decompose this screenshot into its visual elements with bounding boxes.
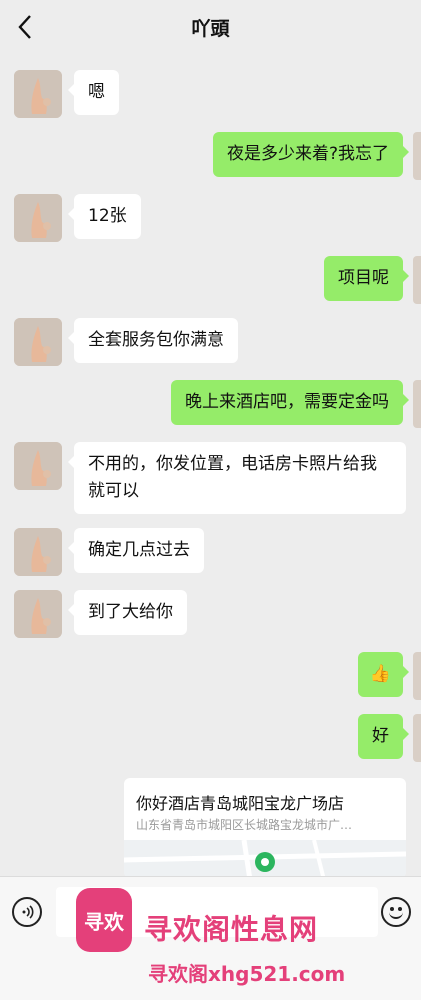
voice-button[interactable] — [12, 897, 42, 927]
voice-icon — [22, 905, 34, 919]
message-bubble-outgoing[interactable]: 项目呢 — [324, 256, 409, 301]
watermark-url: 寻欢阁xhg521.com — [148, 962, 346, 986]
location-map-preview — [124, 839, 406, 876]
contact-avatar[interactable] — [14, 194, 62, 242]
emoji-icon — [389, 911, 403, 919]
message-list[interactable]: 嗯 夜是多少来着?我忘了 12张 项目呢 全套服务包你满意 晚上来酒店吧，需要定… — [0, 56, 421, 876]
chat-header: 吖頭 — [0, 0, 421, 56]
message-bubble-incoming[interactable]: 确定几点过去 — [68, 528, 204, 573]
thumbs-up-icon: 👍 — [369, 664, 391, 684]
message-bubble-incoming[interactable]: 全套服务包你满意 — [68, 318, 238, 363]
chat-title: 吖頭 — [191, 18, 230, 40]
contact-avatar[interactable] — [14, 528, 62, 576]
contact-avatar[interactable] — [14, 318, 62, 366]
contact-avatar[interactable] — [14, 442, 62, 490]
message-bubble-outgoing[interactable]: 👍 — [357, 652, 410, 697]
contact-avatar[interactable] — [14, 70, 62, 118]
location-address: 山东省青岛市城阳区长城路宝龙城市广… — [136, 818, 353, 832]
emoji-button[interactable] — [381, 897, 411, 927]
message-bubble-outgoing[interactable]: 夜是多少来着?我忘了 — [212, 132, 410, 177]
message-bubble-incoming[interactable]: 到了大给你 — [68, 590, 187, 635]
my-avatar[interactable] — [413, 132, 421, 180]
message-bubble-incoming[interactable]: 12张 — [68, 194, 141, 239]
my-avatar[interactable] — [413, 256, 421, 304]
message-bubble-outgoing[interactable]: 好 — [358, 714, 409, 759]
my-avatar[interactable] — [413, 652, 421, 700]
message-bubble-incoming[interactable]: 不用的，你发位置，电话房卡照片给我就可以 — [68, 442, 406, 514]
contact-avatar[interactable] — [14, 590, 62, 638]
watermark-logo: 寻欢 — [76, 888, 132, 952]
location-title: 你好酒店青岛城阳宝龙广场店 — [136, 794, 345, 813]
message-bubble-outgoing[interactable]: 晚上来酒店吧，需要定金吗 — [171, 380, 409, 425]
message-bubble-incoming[interactable]: 嗯 — [68, 70, 119, 115]
watermark-site-name: 寻欢阁性息网 — [144, 913, 319, 946]
my-avatar[interactable] — [413, 380, 421, 428]
my-avatar[interactable] — [413, 714, 421, 762]
location-card[interactable]: 你好酒店青岛城阳宝龙广场店 山东省青岛市城阳区长城路宝龙城市广… — [124, 778, 406, 876]
